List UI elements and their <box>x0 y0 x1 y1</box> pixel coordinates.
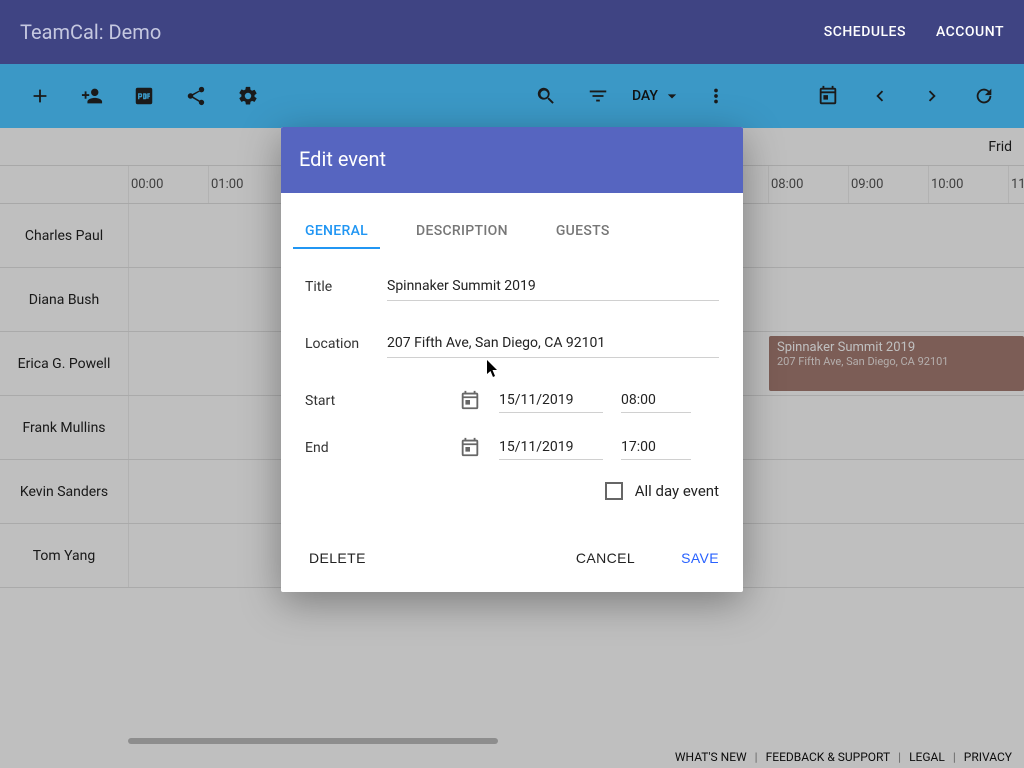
edit-event-dialog: Edit event GENERAL DESCRIPTION GUESTS Ti… <box>281 127 743 592</box>
dialog-title: Edit event <box>281 127 743 193</box>
label-allday: All day event <box>635 482 719 500</box>
delete-button[interactable]: DELETE <box>303 542 372 574</box>
dialog-body: Title Spinnaker Summit 2019 Location 207… <box>281 248 743 536</box>
label-location: Location <box>305 336 387 358</box>
start-time-input[interactable] <box>621 388 691 413</box>
save-button[interactable]: SAVE <box>675 542 725 574</box>
filter-icon[interactable] <box>576 74 620 118</box>
dialog-tabs: GENERAL DESCRIPTION GUESTS <box>281 215 743 248</box>
more-icon[interactable] <box>694 74 738 118</box>
location-input[interactable]: 207 Fifth Ave, San Diego, CA 92101 <box>387 331 719 358</box>
pdf-icon[interactable] <box>122 74 166 118</box>
cancel-button[interactable]: CANCEL <box>570 542 641 574</box>
chevron-down-icon <box>662 86 682 106</box>
label-title: Title <box>305 279 387 301</box>
view-switcher-label: DAY <box>632 88 658 104</box>
topbar: TeamCal: Demo SCHEDULES ACCOUNT <box>0 0 1024 64</box>
gear-icon[interactable] <box>226 74 270 118</box>
chevron-left-icon[interactable] <box>858 74 902 118</box>
dialog-actions: DELETE CANCEL SAVE <box>281 536 743 592</box>
share-icon[interactable] <box>174 74 218 118</box>
refresh-icon[interactable] <box>962 74 1006 118</box>
end-date-input[interactable] <box>499 435 603 460</box>
search-icon[interactable] <box>524 74 568 118</box>
label-start: Start <box>305 393 387 409</box>
nav-account[interactable]: ACCOUNT <box>936 24 1004 40</box>
tab-general[interactable]: GENERAL <box>305 215 368 247</box>
view-switcher[interactable]: DAY <box>624 86 690 106</box>
end-time-input[interactable] <box>621 435 691 460</box>
allday-checkbox[interactable] <box>605 482 623 500</box>
app-title: TeamCal: Demo <box>20 20 161 44</box>
nav-schedules[interactable]: SCHEDULES <box>824 24 906 40</box>
add-person-icon[interactable] <box>70 74 114 118</box>
label-end: End <box>305 440 387 456</box>
calendar-icon[interactable] <box>459 436 483 460</box>
calendar-icon[interactable] <box>459 389 483 413</box>
start-date-input[interactable] <box>499 388 603 413</box>
tab-description[interactable]: DESCRIPTION <box>416 215 508 247</box>
add-icon[interactable] <box>18 74 62 118</box>
toolbar: DAY <box>0 64 1024 128</box>
tab-guests[interactable]: GUESTS <box>556 215 610 247</box>
today-icon[interactable] <box>806 74 850 118</box>
title-input[interactable]: Spinnaker Summit 2019 <box>387 274 719 301</box>
chevron-right-icon[interactable] <box>910 74 954 118</box>
